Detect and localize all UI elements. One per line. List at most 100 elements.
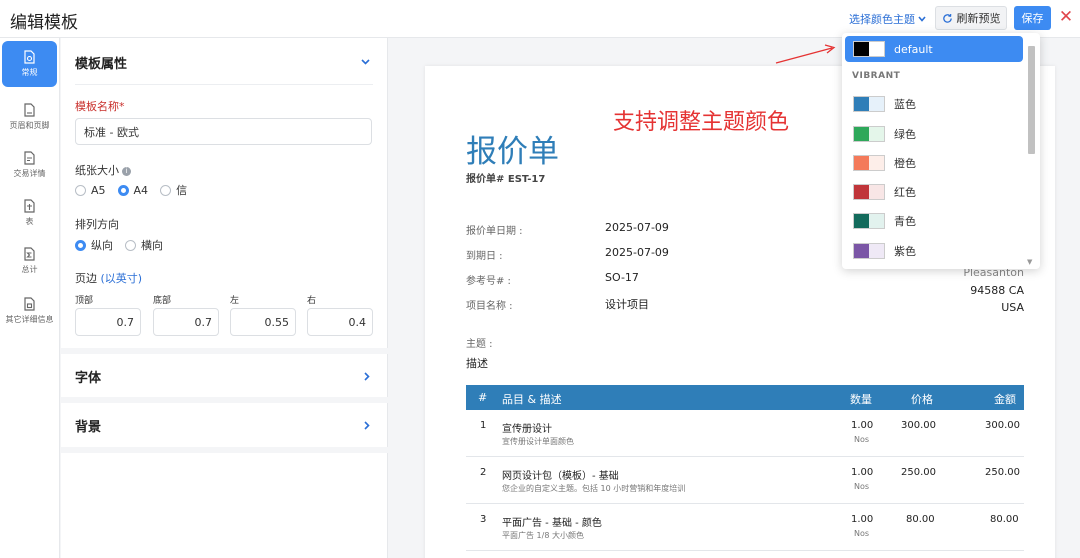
theme-option-label: default [894,42,933,56]
margin-bottom-input[interactable]: 0.7 [153,308,219,336]
item-name: 宣传册设计 [502,424,552,435]
swatch-secondary [869,42,884,56]
item-amount: 300.00 [985,420,1020,431]
refresh-preview-button[interactable]: 刷新预览 [935,6,1007,30]
theme-option-label: 蓝色 [894,98,916,111]
radio-label: A5 [91,183,106,197]
theme-option-blue[interactable]: 蓝色 [853,93,1023,115]
divider [75,84,373,85]
section-template-properties[interactable]: 模板属性 [61,40,388,84]
color-swatch [853,243,885,259]
swatch-primary [854,185,869,199]
item-qty: 1.00 [851,467,874,478]
rail-item-other-details[interactable]: 其它详细信息 [2,288,57,334]
margin-top-input[interactable]: 0.7 [75,308,141,336]
rail-item-total[interactable]: 总计 [2,238,57,284]
theme-option-green[interactable]: 绿色 [853,123,1023,145]
template-properties-panel: 模板属性 模板名称* 标准 - 欧式 纸张大小 i A5 A4 信 排列方向 纵向… [61,38,388,558]
chevron-right-icon [364,371,370,381]
meta-value: 设计项目 [605,298,649,311]
margin-bottom-label: 底部 [153,296,172,306]
meta-value: SO-17 [605,271,639,284]
annotation-text: 支持调整主题颜色 [613,110,790,135]
swatch-primary [854,214,869,228]
section-font[interactable]: 字体 [61,354,388,398]
item-unit: Nos [854,435,870,444]
section-background[interactable]: 背景 [61,403,388,447]
theme-option-default[interactable]: default [845,36,1023,62]
table-row: 2 网页设计包（模板）- 基础 您企业的自定义主题。包括 10 小时营销和年度培… [466,457,1024,504]
margin-left-input[interactable]: 0.55 [230,308,296,336]
paper-size-a5[interactable]: A5 [75,184,106,197]
divider [61,447,388,453]
radio-button[interactable] [75,239,86,251]
rail-item-general[interactable]: 常规 [2,41,57,87]
section-title: 字体 [75,370,102,386]
swatch-secondary [869,156,884,170]
item-qty: 1.00 [851,514,874,525]
swatch-primary [854,42,869,56]
swatch-secondary [869,244,884,258]
margin-label: 页边 (以英寸) [75,270,142,286]
theme-option-purple[interactable]: 紫色 [853,240,1023,262]
rail-item-header-footer[interactable]: 页眉和页脚 [2,94,57,140]
chevron-right-icon [364,420,370,430]
template-name-input[interactable]: 标准 - 欧式 [75,118,372,145]
swatch-secondary [869,214,884,228]
rail-item-label: 交易详情 [13,169,46,178]
item-unit: Nos [854,529,870,538]
theme-option-label: 红色 [894,186,916,199]
template-name-label-text: 模板名称 [75,100,119,113]
rail-item-table[interactable]: 表 [2,190,57,236]
chevron-down-icon [918,16,926,22]
orientation-landscape[interactable]: 横向 [125,237,163,253]
meta-key: 报价单日期 : [466,226,523,237]
section-title: 模板属性 [75,56,128,72]
item-qty: 1.00 [851,420,874,431]
meta-key: 参考号# : [466,276,511,287]
meta-value: 2025-07-09 [605,221,669,234]
template-name-label: 模板名称* [75,100,125,113]
margin-right-input[interactable]: 0.4 [307,308,373,336]
theme-option-teal[interactable]: 青色 [853,210,1023,232]
items-table-header: # 品目 & 描述 数量 价格 金额 [466,385,1024,410]
item-unit: Nos [854,482,870,491]
color-swatch [853,41,885,57]
orientation-portrait[interactable]: 纵向 [75,237,113,253]
theme-option-label: 紫色 [894,245,916,258]
paper-size-letter[interactable]: 信 [160,182,187,198]
meta-key: 项目名称 : [466,301,513,312]
item-desc: 平面广告 1/8 大小颜色 [502,531,584,540]
rail-item-label: 页眉和页脚 [9,121,50,130]
close-icon[interactable]: ✕ [1058,7,1074,27]
scrollbar-thumb[interactable] [1028,46,1035,154]
paper-size-label-text: 纸张大小 [75,164,119,177]
theme-option-red[interactable]: 红色 [853,181,1023,203]
radio-button[interactable] [75,184,86,196]
paper-size-label: 纸张大小 i [75,162,131,178]
orientation-radio-group: 纵向 横向 [75,237,169,253]
theme-color-select[interactable]: 选择颜色主题 [849,11,926,27]
dropdown-scrollbar[interactable]: ▼ [1027,42,1035,267]
paper-size-radio-group: A5 A4 信 [75,182,193,198]
item-rate: 300.00 [901,420,936,431]
radio-button[interactable] [125,239,136,251]
save-button[interactable]: 保存 [1014,6,1051,30]
paper-size-a4[interactable]: A4 [117,184,148,197]
rail-item-label: 总计 [21,265,38,274]
info-icon[interactable]: i [122,167,131,176]
file-detail-icon [24,151,35,165]
rail-item-transaction-details[interactable]: 交易详情 [2,142,57,188]
file-settings-icon [24,50,35,64]
address-line: USA [1001,301,1024,314]
scroll-down-icon[interactable]: ▼ [1027,258,1032,266]
theme-option-orange[interactable]: 橙色 [853,152,1023,174]
row-number: 3 [480,514,487,525]
radio-button[interactable] [117,184,129,196]
file-header-icon [24,103,35,117]
theme-option-label: 绿色 [894,128,916,141]
margin-right-label: 右 [307,296,317,306]
radio-button[interactable] [160,184,172,196]
sum-icon [24,247,35,261]
theme-group-label: VIBRANT [852,71,901,81]
